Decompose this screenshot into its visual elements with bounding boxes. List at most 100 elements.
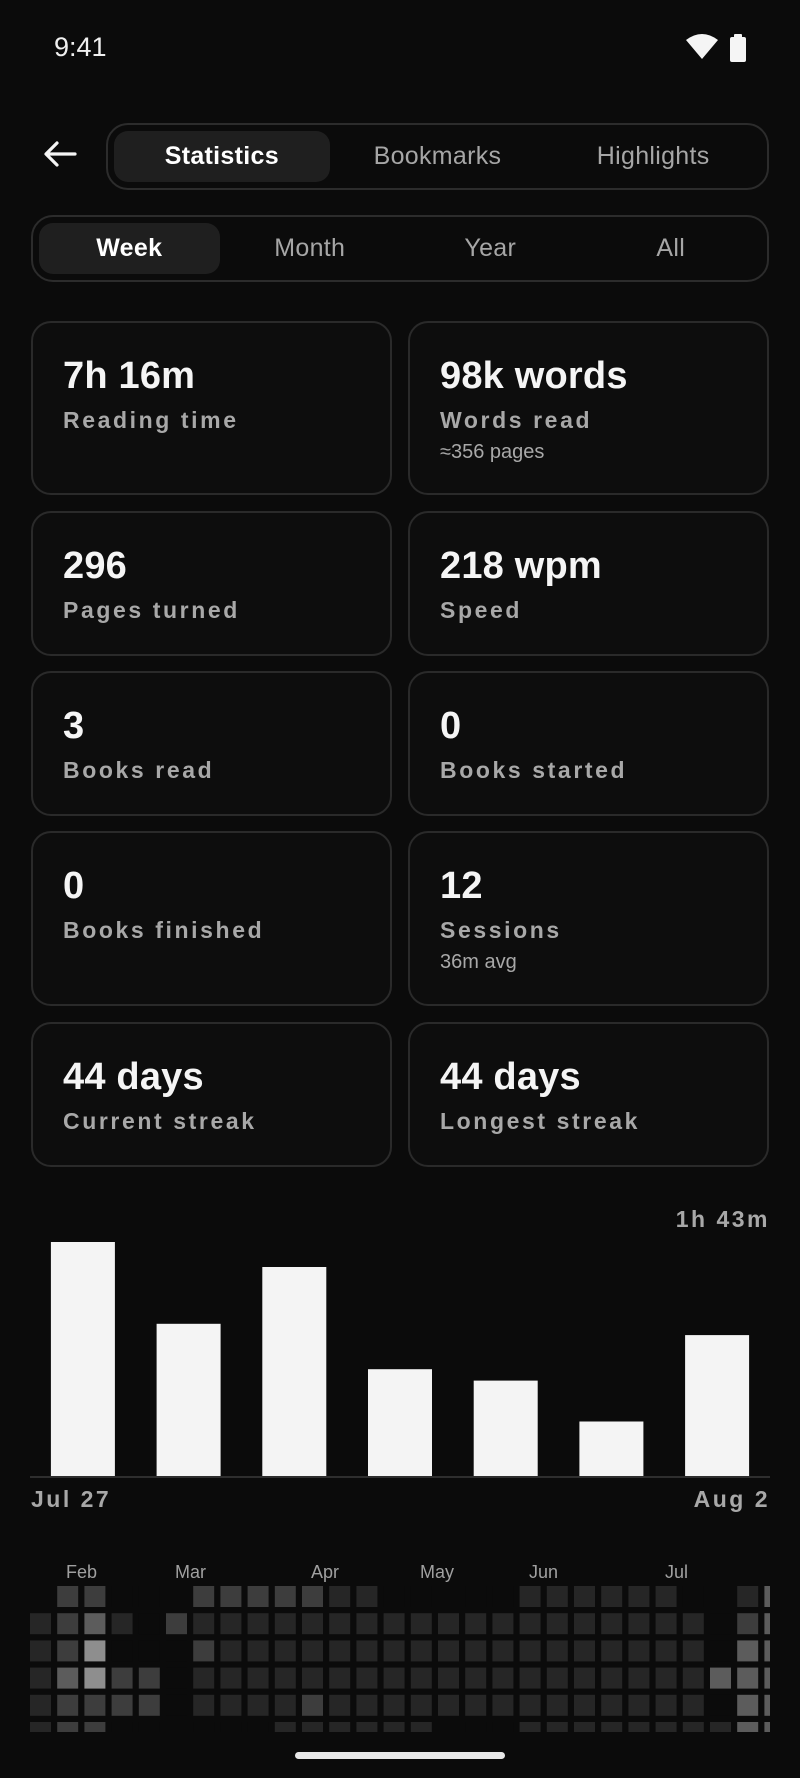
range-month[interactable]: Month (220, 223, 401, 274)
chart-bar[interactable] (473, 1380, 538, 1476)
chart-bar[interactable] (685, 1335, 750, 1476)
heatmap-cell (574, 1694, 595, 1716)
heatmap-cell (193, 1722, 215, 1732)
chart-bar[interactable] (262, 1267, 327, 1476)
heatmap-cell (465, 1722, 487, 1732)
heatmap-cell (329, 1667, 351, 1689)
stat-sub: 36m avg (440, 951, 517, 973)
heatmap-cell (438, 1586, 459, 1607)
status-bar: 9:41 (0, 0, 800, 100)
heatmap-cell (764, 1640, 770, 1662)
heatmap-cell (574, 1586, 595, 1607)
heatmap-cell (111, 1586, 133, 1607)
range-year[interactable]: Year (400, 223, 581, 274)
heatmap-cell (57, 1694, 79, 1716)
chart-bar[interactable] (156, 1323, 221, 1476)
heatmap-cell (682, 1613, 704, 1635)
back-button[interactable] (38, 132, 82, 176)
heatmap-cell (492, 1586, 514, 1607)
chart-bar[interactable] (50, 1242, 115, 1476)
chart-bar[interactable] (579, 1421, 644, 1477)
heatmap-cell (220, 1613, 242, 1635)
tab-bookmarks[interactable]: Bookmarks (330, 131, 546, 182)
heatmap-cell (410, 1694, 432, 1716)
heatmap-cell (465, 1613, 487, 1635)
stat-label: Reading time (63, 407, 239, 433)
heatmap-cell (682, 1586, 704, 1607)
heatmap-cell (302, 1722, 323, 1732)
heatmap-cell (84, 1586, 106, 1607)
heatmap-cell (737, 1640, 759, 1662)
heatmap-cell (438, 1640, 459, 1662)
heatmap-cell (30, 1694, 51, 1716)
heatmap-cell (737, 1613, 759, 1635)
stat-card-reading-time: 7h 16m Reading time (31, 321, 392, 495)
heatmap-cell (465, 1694, 487, 1716)
stat-label: Current streak (63, 1108, 257, 1134)
stat-label: Books started (440, 757, 628, 783)
heatmap-cell (356, 1694, 378, 1716)
stat-value: 296 (63, 545, 128, 587)
heatmap-cell (220, 1667, 242, 1689)
range-all[interactable]: All (581, 223, 762, 274)
heatmap-cell (628, 1667, 650, 1689)
stat-label: Words read (440, 407, 593, 433)
heatmap-cell (574, 1667, 595, 1689)
heatmap-cell (383, 1586, 405, 1607)
heatmap-cell (329, 1722, 351, 1732)
heatmap-cell (601, 1667, 623, 1689)
heatmap-cell (410, 1722, 432, 1732)
heatmap-cell (84, 1613, 106, 1635)
heatmap-cell (84, 1722, 106, 1732)
heatmap-cell (356, 1640, 378, 1662)
heatmap-cell (84, 1694, 106, 1716)
tab-statistics[interactable]: Statistics (114, 131, 330, 182)
stat-label: Pages turned (63, 597, 240, 623)
stat-value: 98k words (440, 355, 628, 397)
heatmap-cell (546, 1586, 568, 1607)
heatmap-cell (247, 1613, 269, 1635)
heatmap-cell (410, 1613, 432, 1635)
heatmap-cell (628, 1694, 650, 1716)
heatmap-cell (138, 1667, 160, 1689)
heatmap-cell (193, 1586, 215, 1607)
stat-sub: ≈356 pages (440, 441, 545, 463)
heatmap-cell (764, 1586, 770, 1607)
stat-value: 44 days (63, 1056, 204, 1098)
heatmap-cell (193, 1613, 215, 1635)
heatmap-cell (30, 1586, 51, 1607)
heatmap-cell (465, 1586, 487, 1607)
range-week[interactable]: Week (39, 223, 220, 274)
heatmap-cell (84, 1667, 106, 1689)
heatmap-cell (111, 1722, 133, 1732)
heatmap-cell (274, 1694, 296, 1716)
heatmap-cell (383, 1694, 405, 1716)
stat-card-books-read: 3 Books read (31, 671, 392, 816)
heatmap-cell (519, 1722, 541, 1732)
heatmap-cell (383, 1640, 405, 1662)
heatmap-cell (601, 1586, 623, 1607)
heatmap-cell (764, 1694, 770, 1716)
heatmap-cell (166, 1586, 187, 1607)
heatmap-cell (138, 1613, 160, 1635)
tab-highlights[interactable]: Highlights (545, 131, 761, 182)
chart-bar[interactable] (368, 1369, 432, 1476)
heatmap-cell (247, 1667, 269, 1689)
stat-card-longest-streak: 44 days Longest streak (408, 1022, 769, 1167)
arrow-left-icon (44, 141, 77, 167)
heatmap-cell (682, 1640, 704, 1662)
heatmap-cell (410, 1640, 432, 1662)
heatmap-cell (682, 1722, 704, 1732)
heatmap-cell (57, 1640, 79, 1662)
heatmap-cell (111, 1694, 133, 1716)
heatmap-cell (30, 1722, 51, 1732)
heatmap-cell (655, 1613, 677, 1635)
stat-label: Longest streak (440, 1108, 641, 1134)
battery-icon (730, 34, 746, 62)
heatmap-cell (138, 1640, 160, 1662)
heatmap-cell (601, 1640, 623, 1662)
stat-card-current-streak: 44 days Current streak (31, 1022, 392, 1167)
heatmap-cell (465, 1667, 487, 1689)
heatmap-cell (138, 1722, 160, 1732)
heatmap-cell (410, 1667, 432, 1689)
